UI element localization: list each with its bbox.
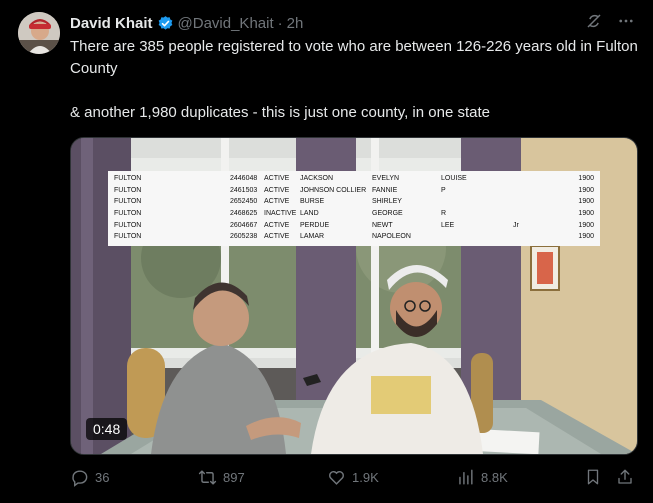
bookmark-icon	[584, 468, 602, 486]
registry-county-cell: FULTON	[114, 198, 142, 206]
registry-first-name-cell: EVELYN	[372, 175, 400, 182]
views-count: 8.8K	[481, 470, 508, 485]
share-icon	[616, 468, 634, 486]
registry-status-cell: ACTIVE	[264, 233, 290, 241]
registry-middle-name-cell: LEE	[441, 221, 455, 229]
registry-row: FULTON 2446048 ACTIVE JACKSON EVELYN LOUISE 19…	[108, 173, 600, 185]
registry-year-cell: 1900	[578, 221, 594, 229]
registry-last-name-cell: LAMAR	[300, 233, 325, 241]
registry-status-cell: ACTIVE	[264, 221, 290, 229]
reply-count: 36	[95, 470, 110, 485]
tweet-paragraph-2: & another 1,980 duplicates - this is jus…	[70, 104, 490, 121]
views-icon	[456, 468, 475, 487]
separator-dot: ·	[277, 14, 283, 32]
more-icon[interactable]	[617, 12, 635, 35]
registry-last-name-cell: JOHNSON COLLIER	[300, 186, 367, 194]
tweet-header: David Khait @David_Khait · 2h	[70, 13, 303, 33]
video-player[interactable]: FULTON 2446048 ACTIVE JACKSON EVELYN LOUISE 19…	[70, 137, 638, 455]
like-count: 1.9K	[352, 470, 379, 485]
like-icon	[327, 468, 346, 487]
registry-year-cell: 1900	[578, 198, 594, 206]
registry-county-cell: FULTON	[114, 186, 142, 194]
registry-row: FULTON 2605238 ACTIVE LAMAR NAPOLEON 1900	[108, 231, 600, 243]
registry-id-cell: 2468625	[230, 210, 258, 218]
video-duration: 0:48	[86, 418, 128, 440]
registry-county-cell: FULTON	[114, 175, 142, 182]
registry-county-cell: FULTON	[114, 221, 142, 229]
registry-last-name-cell: PERDUE	[300, 221, 330, 229]
registry-county-cell: FULTON	[114, 210, 142, 218]
voter-registry-table: FULTON 2446048 ACTIVE JACKSON EVELYN LOUISE 19…	[108, 171, 600, 247]
registry-first-name-cell: GEORGE	[372, 210, 403, 218]
registry-row: FULTON 2604667 ACTIVE PERDUE NEWT LEE Jr 1900	[108, 220, 600, 232]
registry-status-cell: ACTIVE	[264, 186, 290, 194]
registry-year-cell: 1900	[578, 186, 594, 194]
registry-id-cell: 2605238	[230, 233, 258, 241]
avatar[interactable]	[18, 12, 60, 54]
registry-first-name-cell: SHIRLEY	[372, 198, 402, 206]
bookmark-button[interactable]	[584, 468, 602, 486]
author-handle[interactable]: @David_Khait	[178, 15, 274, 32]
registry-middle-name-cell: P	[441, 186, 446, 194]
tweet-paragraph-1: There are 385 people registered to vote …	[70, 38, 638, 77]
registry-first-name-cell: NAPOLEON	[372, 233, 411, 241]
registry-middle-name-cell: R	[441, 210, 447, 218]
views-button[interactable]: 8.8K	[456, 468, 508, 487]
registry-middle-name-cell: LOUISE	[441, 175, 467, 182]
repost-count: 897	[223, 470, 245, 485]
verified-badge-icon	[157, 15, 174, 32]
top-right-controls	[585, 12, 635, 35]
author-name[interactable]: David Khait	[70, 15, 153, 32]
registry-first-name-cell: NEWT	[372, 221, 393, 229]
registry-status-cell: ACTIVE	[264, 175, 290, 182]
registry-year-cell: 1900	[578, 233, 594, 241]
action-bar: 36 897 1.9K 8.8K	[70, 468, 636, 490]
registry-row: FULTON 2652450 ACTIVE BURSE SHIRLEY 1900	[108, 196, 600, 208]
registry-row: FULTON 2461503 ACTIVE JOHNSON COLLIER FANNIE…	[108, 185, 600, 197]
registry-suffix-cell: Jr	[513, 221, 519, 229]
registry-year-cell: 1900	[578, 175, 594, 182]
registry-id-cell: 2604667	[230, 221, 258, 229]
registry-id-cell: 2461503	[230, 186, 258, 194]
like-button[interactable]: 1.9K	[327, 468, 379, 487]
repost-icon	[198, 468, 217, 487]
grok-icon[interactable]	[585, 12, 603, 35]
reply-icon	[70, 468, 89, 487]
registry-first-name-cell: FANNIE	[372, 186, 398, 194]
registry-status-cell: ACTIVE	[264, 198, 290, 206]
reply-button[interactable]: 36	[70, 468, 109, 487]
registry-row: FULTON 2468625 INACTIVE LAND GEORGE R 1900	[108, 208, 600, 220]
registry-status-cell: INACTIVE	[264, 210, 297, 218]
tweet-text: There are 385 people registered to vote …	[70, 36, 640, 124]
repost-button[interactable]: 897	[198, 468, 245, 487]
registry-county-cell: FULTON	[114, 233, 142, 241]
registry-last-name-cell: JACKSON	[300, 175, 334, 182]
registry-id-cell: 2446048	[230, 175, 258, 182]
registry-last-name-cell: LAND	[300, 210, 319, 218]
post-timestamp[interactable]: 2h	[287, 15, 304, 32]
share-button[interactable]	[616, 468, 634, 486]
registry-last-name-cell: BURSE	[300, 198, 325, 206]
registry-year-cell: 1900	[578, 210, 594, 218]
avatar-image	[18, 12, 60, 54]
registry-id-cell: 2652450	[230, 198, 258, 206]
